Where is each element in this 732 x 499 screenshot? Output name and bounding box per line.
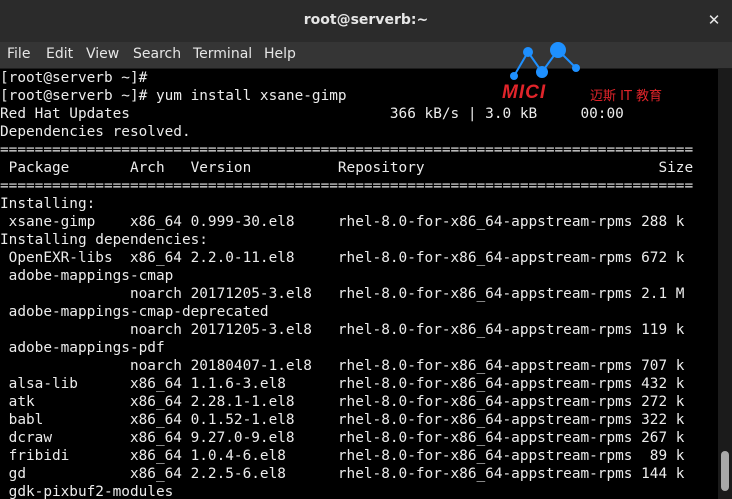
terminal-line: babl x86_64 0.1.52-1.el8 rhel-8.0-for-x8… xyxy=(0,412,685,428)
logo-brand: MICI xyxy=(502,82,547,103)
menu-edit[interactable]: Edit xyxy=(46,46,73,62)
terminal-line: adobe-mappings-pdf xyxy=(0,340,165,356)
menu-view[interactable]: View xyxy=(86,46,119,62)
window-title: root@serverb:~ xyxy=(303,12,429,28)
close-icon[interactable]: ✕ xyxy=(706,11,722,29)
terminal-line: dcraw x86_64 9.27.0-9.el8 rhel-8.0-for-x… xyxy=(0,430,685,446)
terminal-line: noarch 20180407-1.el8 rhel-8.0-for-x86_6… xyxy=(0,358,685,374)
menu-file[interactable]: File xyxy=(7,46,30,62)
terminal-line: noarch 20171205-3.el8 rhel-8.0-for-x86_6… xyxy=(0,286,685,302)
terminal-line: Installing dependencies: xyxy=(0,232,208,248)
terminal-scrollbar[interactable] xyxy=(718,69,732,499)
terminal-line: OpenEXR-libs x86_64 2.2.0-11.el8 rhel-8.… xyxy=(0,250,685,266)
scrollbar-thumb[interactable] xyxy=(721,451,729,491)
window-titlebar: root@serverb:~ ✕ xyxy=(0,0,732,42)
watermark-logo: MICI 迈斯 IT 教育 xyxy=(500,42,690,104)
terminal-line: gd x86_64 2.2.5-6.el8 rhel-8.0-for-x86_6… xyxy=(0,466,685,482)
terminal-line: fribidi x86_64 1.0.4-6.el8 rhel-8.0-for-… xyxy=(0,448,685,464)
terminal-line: atk x86_64 2.28.1-1.el8 rhel-8.0-for-x86… xyxy=(0,394,685,410)
terminal-line: Dependencies resolved. xyxy=(0,124,191,140)
terminal-line: noarch 20171205-3.el8 rhel-8.0-for-x86_6… xyxy=(0,322,685,338)
terminal-line: Red Hat Updates 366 kB/s | 3.0 kB 00:00 xyxy=(0,106,624,122)
menu-search[interactable]: Search xyxy=(133,46,181,62)
terminal-line: alsa-lib x86_64 1.1.6-3.el8 rhel-8.0-for… xyxy=(0,376,685,392)
terminal-line: Installing: xyxy=(0,196,96,212)
terminal-text: [root@serverb ~]# [root@serverb ~]# yum i… xyxy=(0,69,718,499)
terminal-line: ========================================… xyxy=(0,142,694,158)
logo-subtitle: 迈斯 IT 教育 xyxy=(590,89,663,104)
terminal-line: gdk-pixbuf2-modules xyxy=(0,484,174,499)
terminal-line: adobe-mappings-cmap-deprecated xyxy=(0,304,269,320)
menu-help[interactable]: Help xyxy=(264,46,296,62)
terminal-line: xsane-gimp x86_64 0.999-30.el8 rhel-8.0-… xyxy=(0,214,685,230)
terminal-line: adobe-mappings-cmap xyxy=(0,268,174,284)
terminal-line: Package Arch Version Repository Size xyxy=(0,160,694,176)
terminal-output[interactable]: [root@serverb ~]# [root@serverb ~]# yum i… xyxy=(0,69,718,499)
terminal-line: ========================================… xyxy=(0,178,694,194)
menu-terminal[interactable]: Terminal xyxy=(193,46,252,62)
